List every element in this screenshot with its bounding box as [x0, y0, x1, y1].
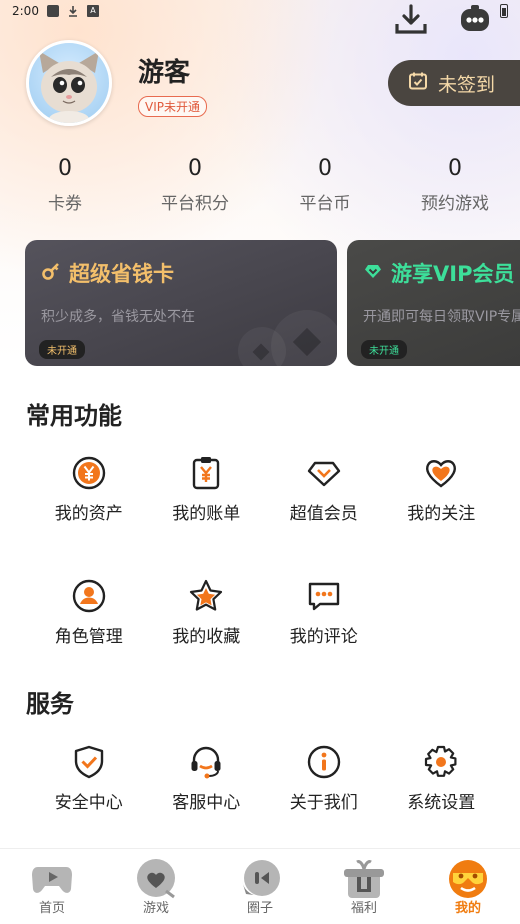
- stat-label: 卡券: [48, 194, 82, 214]
- header-actions: [394, 4, 492, 36]
- savings-card[interactable]: 超级省钱卡 积少成多，省钱无处不在 未开通: [25, 240, 337, 366]
- tab-home[interactable]: 首页: [0, 849, 104, 924]
- item-label: 客服中心: [172, 793, 241, 813]
- my-comments-item[interactable]: 我的评论: [265, 578, 383, 647]
- stat-points[interactable]: 0 平台积分: [130, 156, 260, 214]
- services-grid: 安全中心 客服中心 关于我们 系统设置: [30, 744, 500, 813]
- card-title-text: 超级省钱卡: [69, 262, 174, 286]
- stat-value: 0: [448, 156, 462, 181]
- signin-button[interactable]: 未签到: [388, 60, 520, 106]
- calendar-check-icon: [408, 71, 428, 96]
- robot-chat-icon[interactable]: [458, 4, 492, 36]
- heart-bubble-icon: [134, 859, 178, 899]
- vip-status-badge[interactable]: VIP未开通: [138, 96, 207, 117]
- tab-label: 游戏: [142, 901, 169, 916]
- common-functions-grid: 我的资产 我的账单 超值会员 我的关注 角色管理 我的收藏 我的评论: [30, 455, 500, 647]
- stat-value: 0: [58, 156, 72, 181]
- item-label: 超值会员: [289, 504, 358, 524]
- role-management-item[interactable]: 角色管理: [30, 578, 148, 647]
- my-bills-item[interactable]: 我的账单: [148, 455, 266, 524]
- stat-platform-coins[interactable]: 0 平台币: [260, 156, 390, 214]
- customer-service-item[interactable]: 客服中心: [148, 744, 266, 813]
- tab-games[interactable]: 游戏: [104, 849, 208, 924]
- diamond-decoration: [238, 310, 337, 366]
- info-icon: [306, 744, 342, 780]
- card-title-text: 游享VIP会员: [391, 262, 515, 286]
- item-label: 我的资产: [54, 504, 123, 524]
- profile-face-icon: [446, 859, 490, 899]
- item-label: 关于我们: [289, 793, 358, 813]
- signin-label: 未签到: [438, 73, 496, 96]
- gear-icon: [423, 744, 459, 780]
- card-subtitle: 开通即可每日领取VIP专属礼包: [363, 309, 520, 325]
- my-follows-item[interactable]: 我的关注: [383, 455, 501, 524]
- heart-diamond-icon: [363, 261, 383, 286]
- user-icon: [71, 578, 107, 614]
- item-label: 我的收藏: [172, 627, 241, 647]
- stats-row: 0 卡券 0 平台积分 0 平台币 0 预约游戏: [0, 156, 520, 214]
- stat-value: 0: [318, 156, 332, 181]
- item-label: 角色管理: [54, 627, 123, 647]
- yen-coin-icon: [71, 455, 107, 491]
- tab-label: 圈子: [246, 901, 273, 916]
- services-title: 服务: [26, 690, 74, 718]
- stat-label: 平台币: [299, 194, 351, 214]
- star-icon: [188, 578, 224, 614]
- app-status-icon: A: [86, 5, 99, 17]
- system-settings-item[interactable]: 系统设置: [383, 744, 501, 813]
- stat-coupons[interactable]: 0 卡券: [0, 156, 130, 214]
- item-label: 我的评论: [289, 627, 358, 647]
- tab-label: 首页: [38, 901, 65, 916]
- card-subtitle: 积少成多，省钱无处不在: [41, 309, 195, 325]
- membership-cards: 超级省钱卡 积少成多，省钱无处不在 未开通 游享VIP会员 开通即可每日领取VI…: [25, 240, 520, 366]
- bill-icon: [188, 455, 224, 491]
- key-icon: [41, 261, 61, 286]
- card-title: 游享VIP会员: [363, 258, 514, 288]
- card-status-tag: 未开通: [39, 340, 85, 359]
- diamond-icon: [306, 455, 342, 491]
- tab-profile[interactable]: 我的: [416, 849, 520, 924]
- stat-reserved-games[interactable]: 0 预约游戏: [390, 156, 520, 214]
- item-label: 安全中心: [54, 793, 123, 813]
- tab-community[interactable]: 圈子: [208, 849, 312, 924]
- tab-welfare[interactable]: 福利: [312, 849, 416, 924]
- common-functions-title: 常用功能: [26, 402, 122, 430]
- vip-card[interactable]: 游享VIP会员 开通即可每日领取VIP专属礼包 未开通: [347, 240, 520, 366]
- chat-bubble-icon: [238, 859, 282, 899]
- stat-value: 0: [188, 156, 202, 181]
- premium-member-item[interactable]: 超值会员: [265, 455, 383, 524]
- my-assets-item[interactable]: 我的资产: [30, 455, 148, 524]
- gamepad-icon: [30, 859, 74, 899]
- about-us-item[interactable]: 关于我们: [265, 744, 383, 813]
- item-label: 系统设置: [407, 793, 476, 813]
- card-status-tag: 未开通: [361, 340, 407, 359]
- my-favorites-item[interactable]: 我的收藏: [148, 578, 266, 647]
- stat-label: 预约游戏: [421, 194, 489, 214]
- headset-icon: [188, 744, 224, 780]
- status-time: 2:00: [12, 4, 39, 18]
- download-status-icon: [67, 5, 79, 17]
- security-center-item[interactable]: 安全中心: [30, 744, 148, 813]
- item-label: 我的关注: [407, 504, 476, 524]
- shield-icon: [71, 744, 107, 780]
- battery-icon: [500, 4, 508, 18]
- bottom-tab-bar: 首页 游戏 圈子 福利 我的: [0, 848, 520, 924]
- gift-icon: [342, 859, 386, 899]
- username: 游客: [138, 58, 191, 88]
- tab-label: 我的: [454, 901, 481, 916]
- heart-icon: [423, 455, 459, 491]
- card-title: 超级省钱卡: [41, 258, 174, 288]
- stat-label: 平台积分: [161, 194, 229, 214]
- tab-label: 福利: [350, 901, 377, 916]
- avatar[interactable]: [26, 40, 112, 126]
- comment-icon: [306, 578, 342, 614]
- notification-icon: [46, 5, 59, 17]
- profile-header: 游客 VIP未开通: [26, 40, 207, 126]
- item-label: 我的账单: [172, 504, 241, 524]
- download-icon[interactable]: [394, 4, 428, 36]
